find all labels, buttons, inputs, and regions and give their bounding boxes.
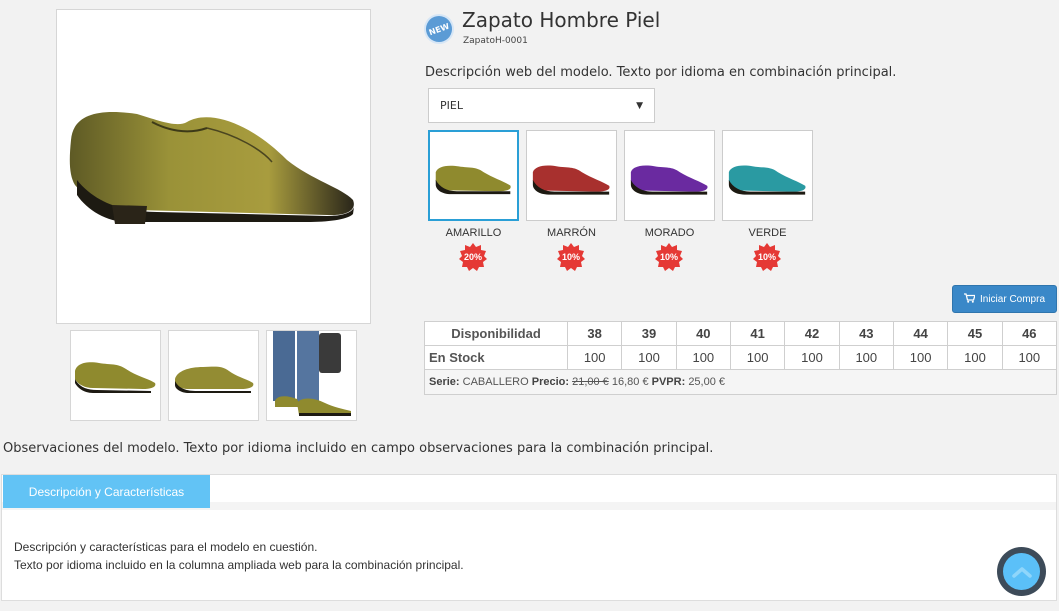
size-cell: 42 [784, 321, 840, 346]
product-title: Zapato Hombre Piel [462, 8, 661, 32]
size-cell: 44 [892, 321, 949, 346]
size-cell: 40 [675, 321, 731, 346]
color-label: MORADO [644, 227, 695, 239]
color-label: VERDE [748, 227, 787, 239]
chevron-down-icon: ▼ [636, 100, 643, 111]
color-swatch-morado[interactable] [624, 130, 715, 221]
main-product-image [56, 9, 371, 324]
stock-cell: 100 [566, 345, 623, 370]
thumbnail-3[interactable] [266, 330, 357, 421]
scroll-to-top-button[interactable] [997, 547, 1046, 596]
stock-cell: 100 [1001, 345, 1058, 370]
size-cell: 43 [838, 321, 894, 346]
tab-content-line: Texto por idioma incluido en la columna … [14, 558, 464, 572]
color-swatch-verde[interactable] [722, 130, 813, 221]
stock-table: Disponibilidad 38 39 40 41 42 43 44 45 4… [424, 321, 1058, 395]
availability-header: Disponibilidad [424, 321, 568, 346]
tab-content: Descripción y características para el mo… [14, 538, 464, 574]
color-swatch-amarillo[interactable] [428, 130, 519, 221]
color-label: AMARILLO [445, 227, 502, 239]
material-select-value: PIEL [440, 99, 463, 112]
size-cell: 45 [947, 321, 1003, 346]
tab-content-line: Descripción y características para el mo… [14, 540, 318, 554]
material-select[interactable]: PIEL ▼ [428, 88, 655, 123]
discount-badge: 20% [459, 243, 487, 271]
start-purchase-button[interactable]: Iniciar Compra [952, 285, 1057, 313]
cart-icon [963, 292, 976, 306]
stock-cell: 100 [892, 345, 949, 370]
size-cell: 39 [621, 321, 677, 346]
pvpr-value: 25,00 € [688, 376, 726, 388]
precio-label: Precio: [531, 376, 570, 388]
discount-badge: 10% [655, 243, 683, 271]
in-stock-label: En Stock [424, 345, 568, 370]
pvpr-label: PVPR: [651, 376, 686, 388]
stock-cell: 100 [675, 345, 731, 370]
old-price: 21,00 € [572, 376, 609, 388]
serie-label: Serie: [429, 376, 460, 388]
thumbnail-1[interactable] [70, 330, 161, 421]
price-footer: Serie: CABALLERO Precio: 21,00 € 16,80 €… [424, 369, 1057, 395]
tab-strip: Descripción y Características [2, 475, 1056, 510]
stock-cell: 100 [621, 345, 677, 370]
serie-value: CABALLERO [462, 376, 529, 388]
chevron-up-icon [1003, 553, 1040, 590]
product-description: Descripción web del modelo. Texto por id… [425, 65, 897, 80]
new-price: 16,80 € [611, 376, 649, 388]
product-reference: ZapatoH-0001 [463, 36, 528, 46]
color-label: MARRÓN [547, 227, 596, 239]
tab-description[interactable]: Descripción y Características [3, 475, 210, 508]
discount-badge: 10% [753, 243, 781, 271]
thumbnail-2[interactable] [168, 330, 259, 421]
stock-cell: 100 [729, 345, 786, 370]
size-cell: 46 [1001, 321, 1058, 346]
tabs-panel: Descripción y Características Descripció… [1, 474, 1057, 601]
stock-cell: 100 [838, 345, 894, 370]
new-badge-icon: NEW [419, 9, 459, 49]
stock-cell: 100 [947, 345, 1003, 370]
size-cell: 38 [566, 321, 623, 346]
discount-badge: 10% [557, 243, 585, 271]
stock-cell: 100 [784, 345, 840, 370]
start-purchase-label: Iniciar Compra [979, 293, 1046, 305]
color-swatch-marron[interactable] [526, 130, 617, 221]
observations-text: Observaciones del modelo. Texto por idio… [3, 441, 714, 456]
size-cell: 41 [729, 321, 786, 346]
